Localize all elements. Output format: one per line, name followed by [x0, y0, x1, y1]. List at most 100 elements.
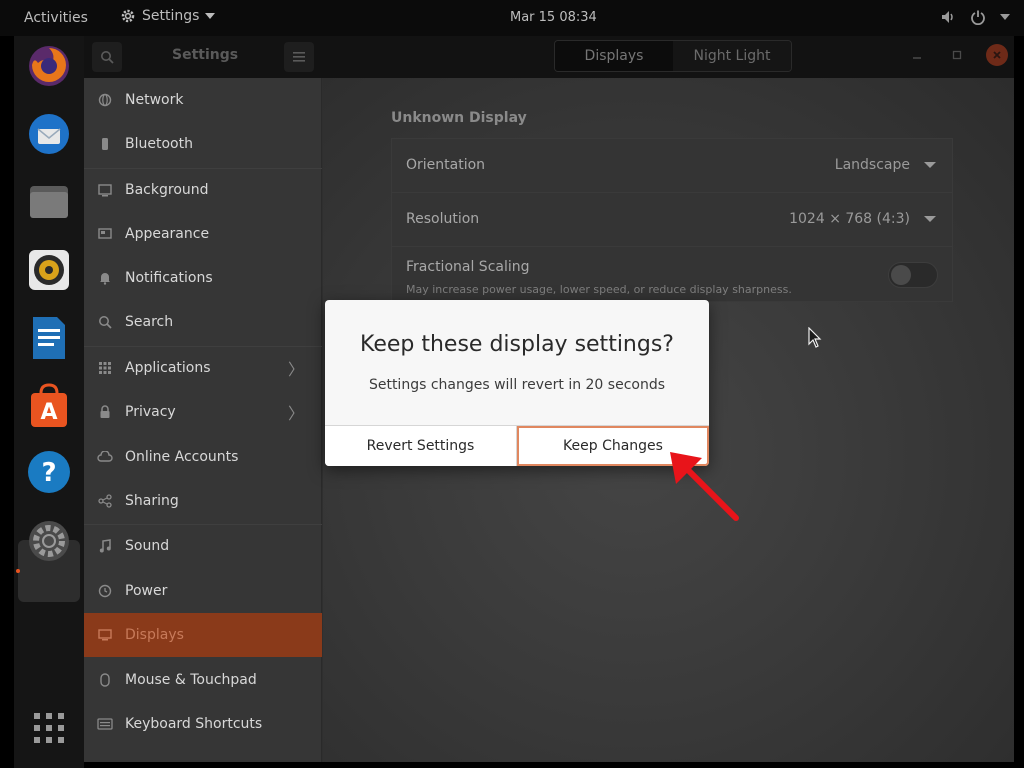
app-menu-label: Settings: [142, 8, 200, 24]
close-button[interactable]: [986, 44, 1008, 66]
sidebar-item-appearance[interactable]: Appearance: [84, 212, 322, 256]
background-icon: [96, 183, 114, 197]
tab-displays[interactable]: Displays: [555, 41, 673, 71]
orientation-value: Landscape: [834, 157, 910, 173]
volume-icon: [942, 11, 953, 23]
files-icon[interactable]: [25, 178, 73, 226]
maximize-icon: [952, 50, 962, 60]
search-button[interactable]: [92, 42, 122, 72]
sidebar-item-label: Mouse & Touchpad: [125, 672, 257, 688]
orientation-row[interactable]: Orientation Landscape: [392, 139, 952, 193]
fractional-scaling-row: Fractional Scaling May increase power us…: [392, 247, 952, 301]
cloud-icon: [96, 451, 114, 463]
sidebar-item-privacy[interactable]: Privacy 〉: [84, 390, 322, 434]
display-name: Unknown Display: [391, 110, 527, 126]
sidebar-item-label: Online Accounts: [125, 449, 239, 465]
power-icon: [96, 584, 114, 598]
resolution-value: 1024 × 768 (4:3): [789, 211, 910, 227]
dock: A ?: [14, 36, 84, 768]
search-icon: [101, 51, 114, 64]
fractional-scaling-toggle[interactable]: [888, 262, 938, 288]
display-icon: [96, 628, 114, 642]
system-tray[interactable]: [940, 9, 1010, 25]
rhythmbox-icon[interactable]: [25, 246, 73, 294]
svg-text:A: A: [40, 400, 57, 425]
hamburger-menu-button[interactable]: [284, 42, 314, 72]
sidebar-item-power[interactable]: Power: [84, 569, 322, 613]
lock-icon: [96, 405, 114, 419]
sidebar-item-search[interactable]: Search: [84, 300, 322, 344]
apps-grid-icon: [96, 362, 114, 374]
gear-icon: [121, 9, 135, 23]
sidebar-item-mouse-touchpad[interactable]: Mouse & Touchpad: [84, 658, 322, 702]
hamburger-icon: [293, 52, 305, 62]
sidebar-item-label: Sound: [125, 538, 170, 554]
power-icon: [971, 10, 985, 25]
fractional-scaling-label: Fractional Scaling: [406, 259, 530, 275]
app-menu[interactable]: Settings: [120, 8, 216, 24]
bluetooth-icon: [96, 137, 114, 151]
sidebar-item-bluetooth[interactable]: Bluetooth: [84, 122, 322, 166]
show-apps-icon[interactable]: [25, 704, 73, 752]
sidebar-item-keyboard-shortcuts[interactable]: Keyboard Shortcuts: [84, 702, 322, 746]
sidebar-item-applications[interactable]: Applications 〉: [84, 346, 322, 390]
settings-sidebar: Network Bluetooth Background Appearance …: [84, 78, 322, 762]
firefox-icon[interactable]: [25, 42, 73, 90]
sidebar-item-label: Background: [125, 182, 209, 198]
appearance-icon: [96, 227, 114, 241]
orientation-label: Orientation: [406, 157, 486, 173]
fractional-scaling-description: May increase power usage, lower speed, o…: [406, 283, 792, 296]
chevron-right-icon: 〉: [287, 404, 304, 423]
minimize-button[interactable]: [906, 44, 928, 66]
music-note-icon: [96, 539, 114, 553]
network-icon: [96, 93, 114, 107]
mouse-icon: [96, 673, 114, 687]
top-bar: Activities Settings Mar 15 08:34: [0, 0, 1024, 36]
resolution-label: Resolution: [406, 211, 480, 227]
dropdown-arrow-icon: [924, 216, 936, 222]
sidebar-item-online-accounts[interactable]: Online Accounts: [84, 435, 322, 479]
sidebar-item-label: Appearance: [125, 226, 210, 242]
sidebar-item-label: Network: [125, 92, 184, 108]
sidebar-item-label: Privacy: [125, 404, 176, 420]
help-icon[interactable]: ?: [25, 448, 73, 496]
close-icon: [993, 51, 1001, 59]
window-title: Settings: [172, 47, 239, 63]
resolution-row[interactable]: Resolution 1024 × 768 (4:3): [392, 193, 952, 247]
settings-icon[interactable]: [25, 517, 73, 565]
running-indicator: [16, 569, 20, 573]
revert-settings-button[interactable]: Revert Settings: [325, 426, 517, 466]
sidebar-item-network[interactable]: Network: [84, 78, 322, 122]
keep-settings-dialog: Keep these display settings? Settings ch…: [325, 300, 709, 466]
sidebar-item-label: Power: [125, 583, 168, 599]
dropdown-arrow-icon: [924, 162, 936, 168]
thunderbird-icon[interactable]: [25, 110, 73, 158]
header-bar: Settings Displays Night Light: [84, 36, 1014, 78]
tab-night-light[interactable]: Night Light: [673, 41, 791, 71]
sidebar-item-notifications[interactable]: Notifications: [84, 256, 322, 300]
sidebar-item-background[interactable]: Background: [84, 168, 322, 212]
dialog-title: Keep these display settings?: [360, 332, 674, 357]
toggle-knob: [891, 265, 911, 285]
chevron-down-icon: [205, 13, 216, 19]
sidebar-item-label: Displays: [125, 627, 184, 643]
activities-button[interactable]: Activities: [24, 10, 88, 26]
sidebar-item-displays[interactable]: Displays: [84, 613, 322, 657]
maximize-button[interactable]: [946, 44, 968, 66]
sidebar-item-label: Bluetooth: [125, 136, 193, 152]
mouse-cursor-icon: [808, 327, 822, 348]
svg-text:?: ?: [41, 458, 56, 488]
bell-icon: [96, 271, 114, 285]
sidebar-item-label: Sharing: [125, 493, 179, 509]
view-switcher: Displays Night Light: [554, 40, 792, 72]
software-store-icon[interactable]: A: [25, 382, 73, 430]
chevron-down-icon: [1000, 14, 1010, 20]
search-icon: [96, 315, 114, 329]
sidebar-item-label: Notifications: [125, 270, 213, 286]
sidebar-item-label: Keyboard Shortcuts: [125, 716, 263, 732]
sidebar-item-label: Applications: [125, 360, 211, 376]
sidebar-item-sound[interactable]: Sound: [84, 524, 322, 568]
writer-icon[interactable]: [25, 314, 73, 362]
clock[interactable]: Mar 15 08:34: [510, 10, 597, 25]
sidebar-item-sharing[interactable]: Sharing: [84, 479, 322, 523]
